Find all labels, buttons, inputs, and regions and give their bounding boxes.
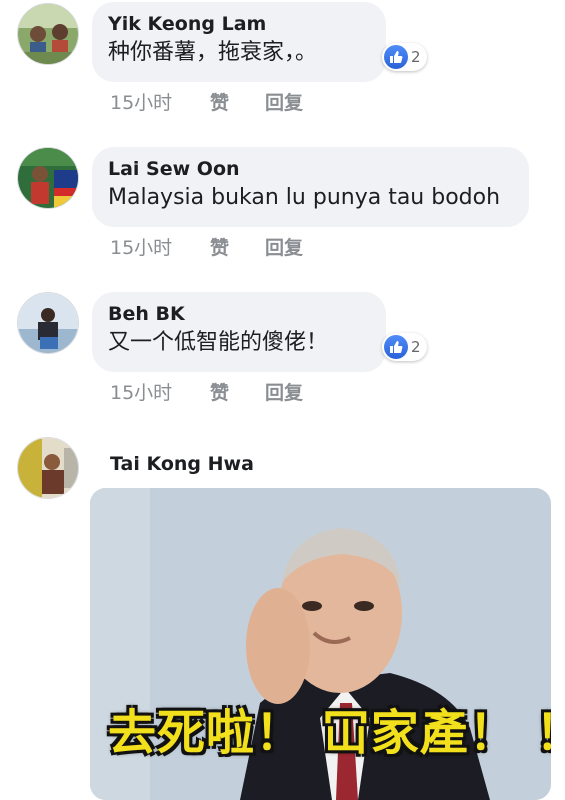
- comment-actions: 15小时 赞 回复: [110, 233, 303, 260]
- timestamp[interactable]: 15小时: [110, 233, 210, 260]
- timestamp[interactable]: 15小时: [110, 378, 210, 405]
- comment-actions: 15小时 赞 回复: [110, 378, 303, 405]
- commenter-name[interactable]: Tai Kong Hwa: [110, 452, 254, 476]
- reply-link[interactable]: 回复: [265, 233, 303, 260]
- avatar[interactable]: [17, 3, 79, 65]
- comment-image[interactable]: 去死啦！ 冚家產！ ！: [90, 488, 551, 800]
- comment-text: Malaysia bukan lu punya tau bodoh: [108, 185, 501, 210]
- reaction-number: 2: [411, 338, 421, 356]
- like-link[interactable]: 赞: [210, 88, 265, 115]
- reaction-count[interactable]: 2: [382, 333, 427, 361]
- commenter-name[interactable]: Beh BK: [108, 302, 368, 326]
- comment-bubble: Lai Sew Oon Malaysia bukan lu punya tau …: [92, 147, 529, 227]
- reply-link[interactable]: 回复: [265, 88, 303, 115]
- comment-text: 又一个低智能的傻佬！: [108, 330, 329, 355]
- reaction-count[interactable]: 2: [382, 43, 427, 71]
- comment-bubble: Beh BK 又一个低智能的傻佬！: [92, 292, 386, 372]
- thumbs-up-icon: [384, 45, 408, 69]
- comment-actions: 15小时 赞 回复: [110, 88, 303, 115]
- timestamp[interactable]: 15小时: [110, 88, 210, 115]
- commenter-name[interactable]: Lai Sew Oon: [108, 157, 511, 181]
- like-link[interactable]: 赞: [210, 233, 265, 260]
- reaction-number: 2: [411, 48, 421, 66]
- reply-link[interactable]: 回复: [265, 378, 303, 405]
- avatar[interactable]: [17, 147, 79, 209]
- avatar[interactable]: [17, 292, 79, 354]
- meme-caption: 去死啦！ 冚家產！ ！: [108, 705, 551, 761]
- comment-bubble: Yik Keong Lam 种你番薯，拖衰家，。: [92, 2, 386, 82]
- avatar[interactable]: [17, 437, 79, 499]
- thumbs-up-icon: [384, 335, 408, 359]
- comment-text: 种你番薯，拖衰家，。: [108, 40, 318, 65]
- like-link[interactable]: 赞: [210, 378, 265, 405]
- commenter-name[interactable]: Yik Keong Lam: [108, 12, 368, 36]
